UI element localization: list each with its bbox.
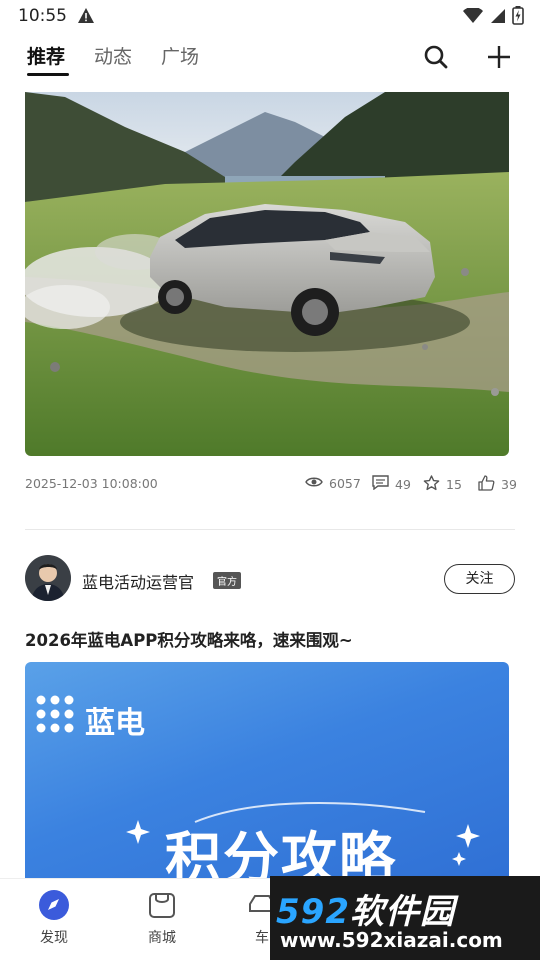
post-image-banner[interactable]: 蓝电 积分攻略 [25,662,509,878]
comments-count: 49 [395,476,411,492]
watermark-brand-number: 592 [276,892,350,932]
official-badge: 官方 [213,572,241,589]
add-icon[interactable] [486,44,512,74]
top-tab-bar: 推荐 动态 广场 [0,36,540,92]
compass-icon [38,889,70,921]
post-divider [25,529,515,530]
author-name[interactable]: 蓝电活动运营官 [82,569,194,593]
search-icon[interactable] [423,44,449,74]
avatar[interactable] [25,555,71,601]
watermark-brand: 592软件园 [276,884,455,933]
nav-label-discover: 发现 [40,930,68,946]
star-icon [423,475,440,494]
signal-icon [489,8,506,28]
nav-item-mall[interactable]: 商城 [132,889,192,947]
post-image-car[interactable] [25,92,509,456]
status-bar: 10:55 [0,0,540,32]
system-icons [463,6,524,29]
views-count: 6057 [329,476,361,491]
likes-count: 39 [501,477,517,492]
nav-label-mall: 商城 [148,930,176,946]
watermark-brand-text: 软件园 [349,892,455,932]
feed[interactable]: 2025-12-03 10:08:00 6057 49 15 39 蓝电活动运营… [0,92,540,878]
warning-icon [77,7,95,28]
battery-icon [512,6,524,29]
post-meta-row: 2025-12-03 10:08:00 6057 49 15 39 [25,475,517,495]
favorites-stat[interactable]: 15 [423,475,462,494]
tab-dynamics[interactable]: 动态 [94,42,132,69]
shopping-bag-icon [146,889,178,921]
post-title[interactable]: 2026年蓝电APP积分攻略来咯，速来围观~ [25,627,353,651]
favorites-count: 15 [446,477,462,492]
thumbs-up-icon [478,475,495,494]
wifi-icon [463,6,483,28]
nav-item-discover[interactable]: 发现 [24,889,84,947]
follow-button[interactable]: 关注 [444,564,515,594]
watermark-logo: 592软件园 www.592xiazai.com [270,876,540,960]
post-author-row: 蓝电活动运营官 官方 关注 [25,555,515,603]
watermark-url: www.592xiazai.com [280,928,503,952]
likes-stat[interactable]: 39 [478,475,517,494]
eye-icon [305,475,323,492]
active-tab-indicator [27,73,69,76]
views-stat: 6057 [305,475,361,492]
comment-icon [372,475,389,493]
status-time: 10:55 [18,6,67,26]
tab-recommend[interactable]: 推荐 [27,42,65,69]
comments-stat[interactable]: 49 [372,475,411,493]
tab-square[interactable]: 广场 [161,42,199,69]
app-screen: 10:55 推荐 动态 广场 2025-12-03 10:08:00 6057 … [0,0,540,960]
post-date: 2025-12-03 10:08:00 [25,476,158,491]
banner-headline: 积分攻略 [165,827,397,878]
